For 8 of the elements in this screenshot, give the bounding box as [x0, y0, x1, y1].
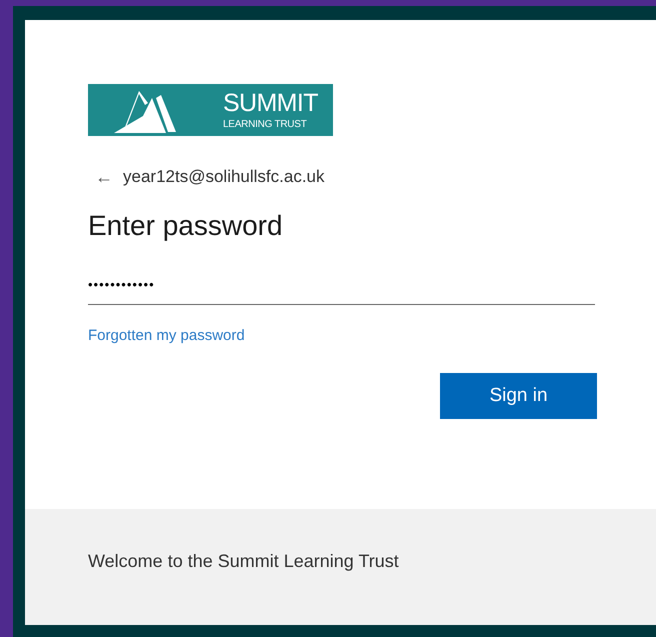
page-heading: Enter password [88, 208, 284, 242]
logo-subtitle: LEARNING TRUST [223, 120, 307, 130]
logo-title: SUMMIT [223, 90, 318, 116]
sign-in-button[interactable]: Sign in [440, 373, 597, 419]
footer-text: Welcome to the Summit Learning Trust [88, 550, 399, 573]
password-field[interactable]: •••••••••••• [88, 264, 595, 304]
forgot-password-link[interactable]: Forgotten my password [88, 324, 245, 347]
account-email: year12ts@solihullsfc.ac.uk [123, 166, 325, 188]
